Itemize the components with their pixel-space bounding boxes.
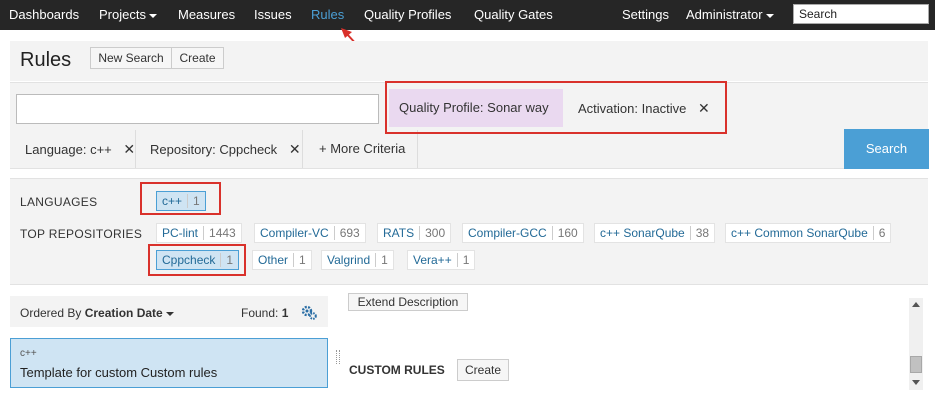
quality-profile-label: Quality Profile: [399,100,484,115]
repository-label: Repository: [150,142,216,157]
chevron-down-icon [765,13,774,18]
rule-details-panel: Extend Description CUSTOM RULES Create [338,290,930,403]
rule-list-item[interactable]: c++ Template for custom Custom rules [10,338,328,388]
nav-projects[interactable]: Projects [99,7,157,22]
activation-criterion[interactable]: Activation: Inactive ✕ [568,89,723,127]
ordered-by-label: Ordered By [20,306,82,320]
facet-chip-repository[interactable]: PC-lint 1443 [156,223,242,243]
nav-settings[interactable]: Settings [622,7,669,22]
facets-panel: LANGUAGES c++ 1 TOP REPOSITORIES PC-lint 1… [10,178,928,285]
language-label: Language: [25,142,87,157]
nav-projects-label: Projects [99,7,146,22]
page-title: Rules [20,49,72,71]
rule-query-input[interactable] [16,94,379,124]
facet-chip-repository[interactable]: Other 1 [252,250,312,270]
found-value: 1 [281,306,289,320]
language-value: c++ [90,142,112,157]
facet-chip-repository[interactable]: Vera++ 1 [407,250,476,270]
facet-chip-repository[interactable]: Valgrind 1 [321,250,394,270]
facet-chip-repository[interactable]: Compiler-VC 693 [254,223,366,243]
new-search-button[interactable]: New Search [90,47,172,69]
custom-rules-label: CUSTOM RULES [349,363,445,377]
nav-dashboards[interactable]: Dashboards [9,7,79,22]
sort-control[interactable]: Ordered By Creation Date [20,306,174,320]
facet-chip-repository[interactable]: RATS 300 [377,223,452,243]
facet-chip-repository[interactable]: c++ SonarQube 38 [594,223,716,243]
rule-language: c++ [20,348,37,359]
close-icon[interactable]: ✕ [289,141,301,157]
sort-field: Creation Date [84,306,163,320]
facet-chip-repository[interactable]: Cppcheck 1 [156,250,240,270]
close-icon[interactable]: ✕ [123,141,135,157]
gear-icon[interactable] [300,303,318,321]
activation-value: Inactive [641,101,687,116]
create-custom-rule-button[interactable]: Create [457,359,509,381]
quality-profile-value: Sonar way [487,100,549,115]
top-navbar: Dashboards Projects Measures Issues Rule… [0,0,935,30]
create-rule-button[interactable]: Create [171,47,224,69]
extend-description-button[interactable]: Extend Description [348,293,468,311]
quality-profile-criterion[interactable]: Quality Profile: Sonar way [389,89,563,127]
scroll-down-icon[interactable] [912,380,920,385]
facet-chip-repository[interactable]: c++ Common SonarQube 6 [725,223,892,243]
repository-value: Cppcheck [219,142,278,157]
repositories-facet-label: TOP REPOSITORIES [20,227,143,241]
language-criterion[interactable]: Language: c++ ✕ [10,130,136,168]
search-button[interactable]: Search [844,129,929,169]
more-criteria-button[interactable]: + More Criteria [306,130,418,168]
scrollbar-thumb[interactable] [910,356,922,373]
found-label: Found: [241,306,279,320]
facet-chip-language[interactable]: c++ 1 [156,191,206,211]
chevron-down-icon [165,311,174,316]
activation-label: Activation: [578,101,638,116]
scroll-up-icon[interactable] [912,302,920,307]
scrollbar[interactable] [909,298,923,390]
nav-rules[interactable]: Rules [311,7,344,22]
nav-administrator[interactable]: Administrator [686,7,774,22]
nav-quality-profiles[interactable]: Quality Profiles [364,7,451,22]
search-criteria-panel: Quality Profile: Sonar way Activation: I… [10,82,929,169]
nav-quality-gates[interactable]: Quality Gates [474,7,553,22]
rules-list-header: Ordered By Creation Date Found: 1 [10,296,328,327]
found-count: Found: 1 [241,306,288,320]
global-search-input[interactable] [793,4,929,24]
facet-chip-repository[interactable]: Compiler-GCC 160 [462,223,584,243]
nav-administrator-label: Administrator [686,7,763,22]
rule-name: Template for custom Custom rules [20,365,218,380]
page-header: Rules New Search Create [10,41,928,81]
languages-facet-label: LANGUAGES [20,195,98,209]
nav-issues[interactable]: Issues [254,7,292,22]
repository-criterion[interactable]: Repository: Cppcheck ✕ [138,130,303,168]
chevron-down-icon [148,13,157,18]
nav-measures[interactable]: Measures [178,7,235,22]
close-icon[interactable]: ✕ [698,100,710,116]
